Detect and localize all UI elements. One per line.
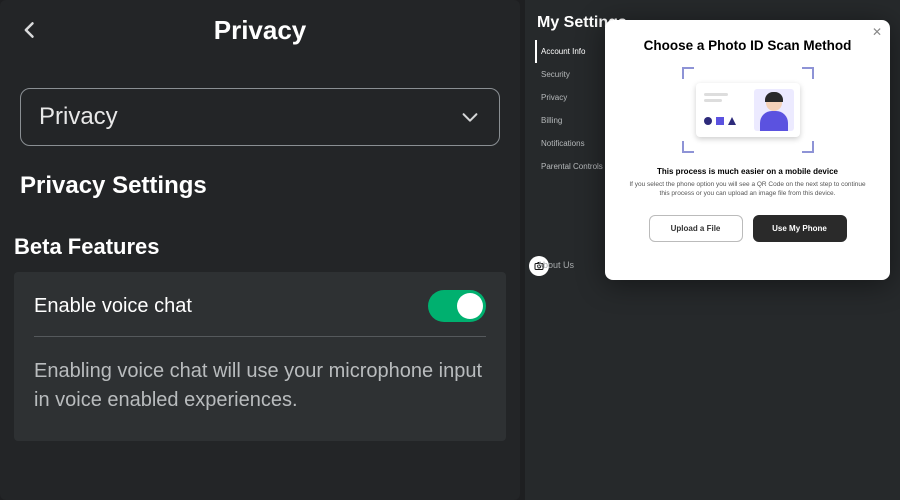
frame-corner-icon [682, 67, 694, 79]
footer-about-us[interactable]: About Us [537, 260, 574, 270]
square-shape-icon [716, 117, 724, 125]
upload-file-button[interactable]: Upload a File [649, 215, 743, 242]
dropdown-selected-value: Privacy [39, 103, 118, 131]
modal-body-text: If you select the phone option you will … [619, 181, 876, 199]
back-icon[interactable] [20, 20, 40, 40]
frame-corner-icon [802, 67, 814, 79]
circle-shape-icon [704, 117, 712, 125]
modal-subtitle: This process is much easier on a mobile … [619, 167, 876, 176]
id-card-graphic [696, 83, 800, 137]
privacy-dropdown[interactable]: Privacy [20, 88, 500, 146]
frame-corner-icon [682, 141, 694, 153]
modal-title: Choose a Photo ID Scan Method [619, 38, 876, 53]
photo-id-modal: ✕ Choose a Photo ID Scan Method This pro… [605, 20, 890, 280]
privacy-settings-heading: Privacy Settings [20, 172, 500, 200]
use-my-phone-button[interactable]: Use My Phone [753, 215, 847, 242]
beta-features-heading: Beta Features [14, 234, 506, 260]
id-scan-illustration [688, 73, 808, 147]
voice-chat-toggle[interactable] [428, 290, 486, 322]
voice-chat-card: Enable voice chat Enabling voice chat wi… [14, 272, 506, 441]
avatar-illustration [754, 89, 794, 131]
divider [34, 336, 486, 337]
close-icon[interactable]: ✕ [870, 26, 884, 40]
chevron-down-icon [459, 106, 481, 128]
modal-button-row: Upload a File Use My Phone [619, 215, 876, 242]
voice-chat-description: Enabling voice chat will use your microp… [34, 357, 486, 415]
voice-chat-row: Enable voice chat [34, 290, 486, 322]
page-title: Privacy [0, 15, 520, 46]
privacy-mobile-panel: Privacy Privacy Privacy Settings Beta Fe… [0, 0, 520, 500]
toggle-knob [457, 293, 483, 319]
voice-chat-label: Enable voice chat [34, 295, 192, 318]
mobile-header: Privacy [0, 0, 520, 60]
triangle-shape-icon [728, 117, 736, 125]
frame-corner-icon [802, 141, 814, 153]
desktop-footer: About Us [537, 260, 574, 270]
